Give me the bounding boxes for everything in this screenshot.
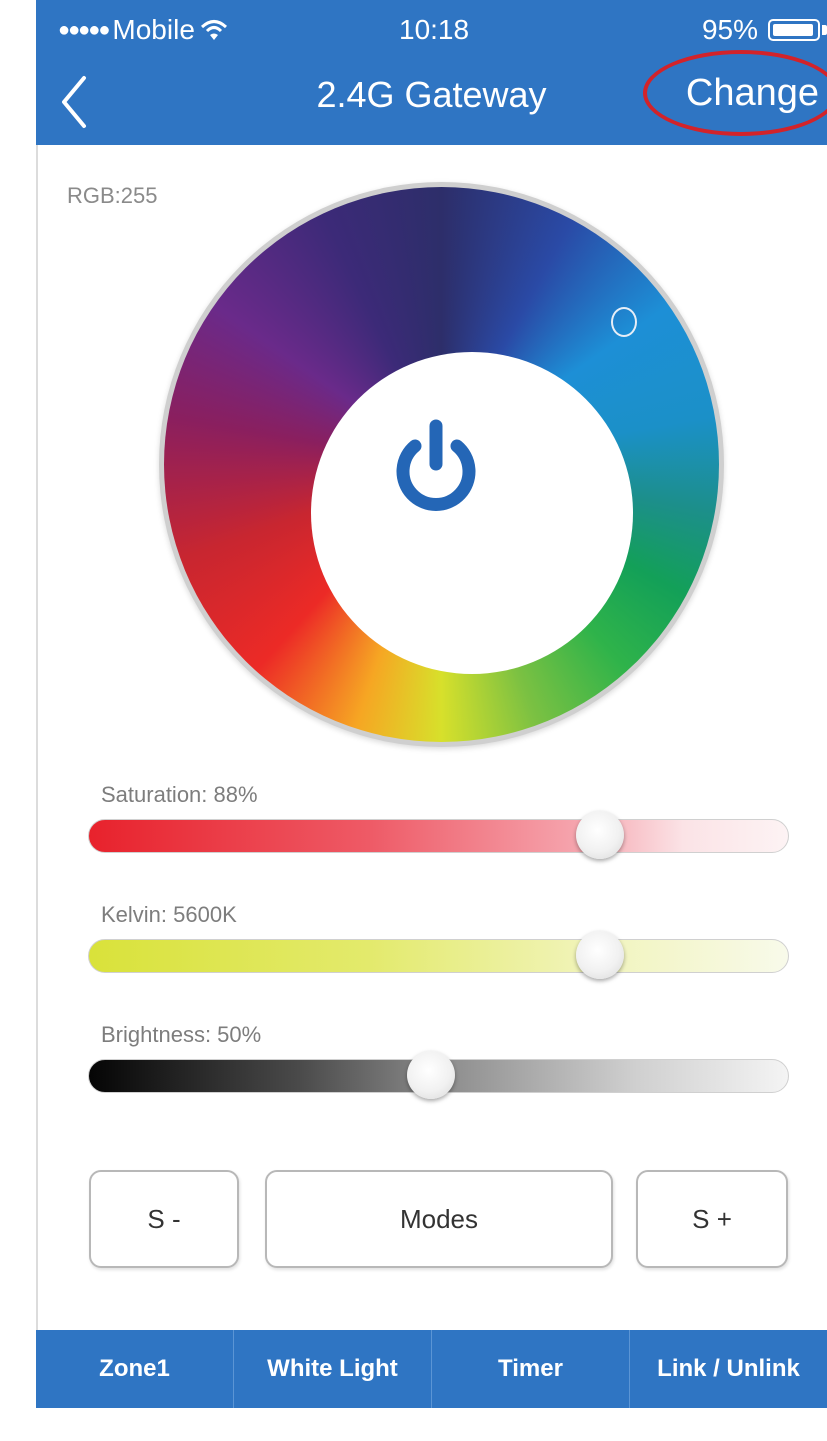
tab-zone1[interactable]: Zone1 <box>36 1330 233 1408</box>
bottom-tab-bar: Zone1 White Light Timer Link / Unlink <box>36 1330 827 1408</box>
saturation-slider-thumb[interactable] <box>575 811 624 859</box>
battery-percent: 95% <box>701 14 758 45</box>
app-header: ●●●●● Mobile 10:18 95% 2.4G Gateway Chan… <box>36 0 827 145</box>
frame-margin <box>0 0 36 1441</box>
signal-dots-icon: ●●●●● <box>58 18 110 41</box>
color-picker-handle[interactable] <box>611 307 637 337</box>
speed-up-button[interactable]: S + <box>636 1170 788 1268</box>
carrier-info: ●●●●● Mobile <box>58 14 229 46</box>
saturation-label: Saturation: 88% <box>101 782 258 807</box>
brightness-label: Brightness: 50% <box>101 1022 262 1047</box>
carrier-name: Mobile <box>112 14 195 45</box>
kelvin-slider-track[interactable] <box>88 939 789 973</box>
rgb-value-label: RGB:255 <box>67 183 158 208</box>
tab-timer[interactable]: Timer <box>431 1330 629 1408</box>
power-button-icon[interactable] <box>388 418 484 518</box>
screen-edge <box>36 145 38 1330</box>
speed-down-button[interactable]: S - <box>89 1170 239 1268</box>
kelvin-label: Kelvin: 5600K <box>101 902 237 927</box>
status-bar: ●●●●● Mobile 10:18 95% <box>36 14 827 54</box>
saturation-slider-track[interactable] <box>88 819 789 853</box>
wifi-icon <box>200 20 227 40</box>
tab-white-light[interactable]: White Light <box>233 1330 431 1408</box>
status-time: 10:18 <box>399 14 470 45</box>
battery-icon <box>768 19 820 41</box>
kelvin-slider-thumb[interactable] <box>575 931 624 979</box>
battery-fill <box>773 24 813 36</box>
battery-status: 95% <box>702 14 827 46</box>
change-button[interactable]: Change <box>686 72 819 115</box>
tab-link-unlink[interactable]: Link / Unlink <box>629 1330 827 1408</box>
battery-cap <box>822 25 827 35</box>
modes-button[interactable]: Modes <box>265 1170 613 1268</box>
phone-screen: ●●●●● Mobile 10:18 95% 2.4G Gateway Chan… <box>36 0 827 1408</box>
